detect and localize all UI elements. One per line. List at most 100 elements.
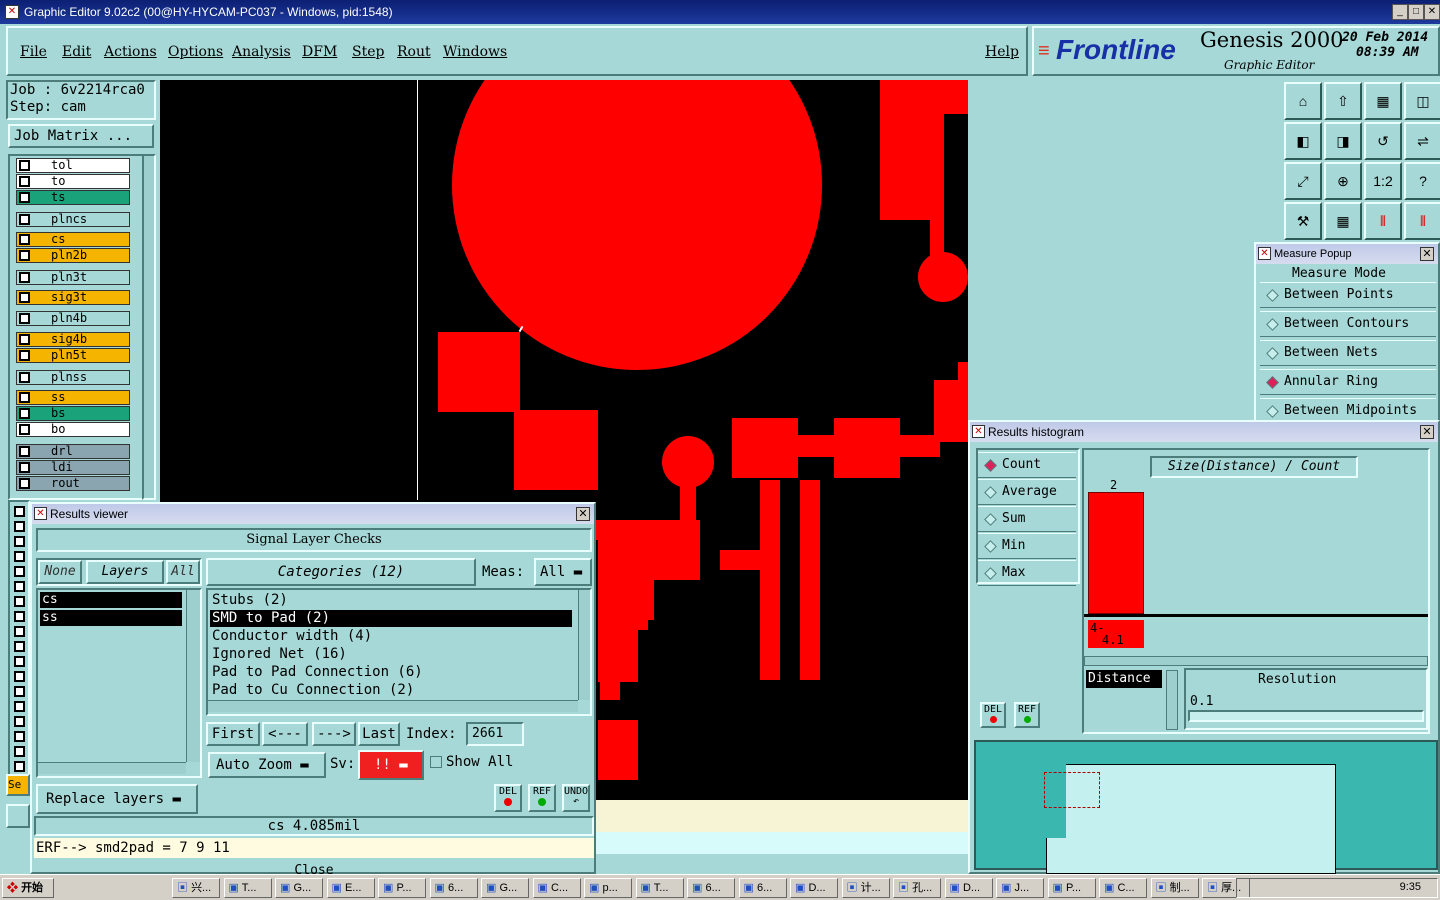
layer-row-pln4b[interactable]: pln4b [16,311,130,326]
layer-checkbox[interactable] [14,761,25,772]
auto-zoom-select[interactable]: Auto Zoom ▬ [208,752,326,778]
layer-checkbox[interactable] [14,671,25,682]
categories-hscroll[interactable] [208,700,578,712]
window-icon[interactable]: ▦ [1364,82,1402,120]
none-button[interactable]: None [38,560,82,584]
layer-checkbox[interactable] [14,521,25,532]
layer-scrollbar[interactable] [142,154,156,500]
measure-option-between-points[interactable]: Between Points [1260,282,1436,308]
layer-row-pln3t[interactable]: pln3t [16,270,130,285]
results-viewer-close-button[interactable]: ✕ [576,507,590,521]
layer-checkbox[interactable] [14,641,25,652]
all-button[interactable]: All [166,560,200,584]
replace-layers-button[interactable]: Replace layers ▬ [36,784,198,814]
layer-checkbox[interactable] [19,272,30,283]
taskbar-item[interactable]: ▣ 计... [841,878,890,898]
help-icon[interactable]: ? [1404,162,1440,200]
ratio-icon[interactable]: 1:2 [1364,162,1402,200]
menu-help[interactable]: Help [985,44,1019,60]
taskbar-item[interactable]: ▣ 孔... [893,878,941,898]
taskbar-item[interactable]: ▣ 兴... [172,878,220,898]
taskbar-item[interactable]: ▣ T... [223,878,272,898]
del-button[interactable]: DEL [494,784,522,812]
measure-alt-icon[interactable]: ⦀ [1404,202,1440,240]
layer-row-drl[interactable]: drl [16,444,130,459]
index-input[interactable]: 2661 [466,722,524,746]
layer-checkbox[interactable] [14,611,25,622]
maximize-button[interactable]: □ [1408,4,1424,20]
hist-option-average[interactable]: Average [978,479,1076,505]
category-item[interactable]: Conductor width (4) [210,628,572,645]
hist-option-max[interactable]: Max [978,560,1076,586]
zoom-fit-icon[interactable]: ⤢ [1284,162,1322,200]
last-button[interactable]: Last [358,722,400,746]
grid-icon[interactable]: ▦ [1324,202,1362,240]
ref-button[interactable]: REF [528,784,556,812]
menu-dfm[interactable]: DFM [302,44,337,60]
layer-row-bo[interactable]: bo [16,422,130,437]
minimize-button[interactable]: _ [1392,4,1408,20]
layer-row-bs[interactable]: bs [16,406,130,421]
hist-option-min[interactable]: Min [978,533,1076,559]
histogram-scrollbar[interactable] [1084,656,1428,666]
hist-ref-button[interactable]: REF [1014,702,1040,728]
category-item[interactable]: Pad to Pad Connection (6) [210,664,572,681]
menu-file[interactable]: File [20,44,47,60]
layer-row-rout[interactable]: rout [16,476,130,491]
show-all-checkbox[interactable] [430,756,442,768]
layer-checkbox[interactable] [14,716,25,727]
hist-option-sum[interactable]: Sum [978,506,1076,532]
categories-button[interactable]: Categories (12) [206,558,476,586]
layer-checkbox[interactable] [19,192,30,203]
layer-checkbox[interactable] [19,176,30,187]
start-button[interactable]: ❖ 开始 [2,878,54,898]
layer-row-tol[interactable]: tol [16,158,130,173]
layer-checkbox[interactable] [14,626,25,637]
menu-actions[interactable]: Actions [104,44,157,60]
layer-checkbox[interactable] [14,551,25,562]
snap-icon[interactable]: ⇌ [1404,122,1440,160]
overview-viewport[interactable] [1044,772,1100,808]
layer-checkbox[interactable] [14,686,25,697]
layer-row-plncs[interactable]: plncs [16,212,130,227]
category-item[interactable]: Ignored Net (16) [210,646,572,663]
layer-checkbox[interactable] [14,536,25,547]
taskbar-item[interactable]: ▣ P... [1047,878,1096,898]
taskbar-item[interactable]: ▣ p... [584,878,632,898]
layer-checkbox[interactable] [19,462,30,473]
close-button[interactable]: Close [34,860,594,874]
layer-checkbox[interactable] [19,424,30,435]
layer-row-sig4b[interactable]: sig4b [16,332,130,347]
histogram-close-button[interactable]: ✕ [1420,425,1434,439]
zoom-in-icon[interactable]: ⇧ [1324,82,1362,120]
job-matrix-button[interactable]: Job Matrix ... [8,124,154,148]
result-layer-ss[interactable]: ss [40,610,182,626]
layer-checkbox[interactable] [14,701,25,712]
layer-row-ts[interactable]: ts [16,190,130,205]
taskbar-item[interactable]: ▣ E... [326,878,375,898]
taskbar-item[interactable]: ▣ 6... [429,878,478,898]
layer-row-plnss[interactable]: plnss [16,370,130,385]
layer-row-to[interactable]: to [16,174,130,189]
prev-button[interactable]: <--- [262,722,308,746]
menu-step[interactable]: Step [352,44,384,60]
category-item[interactable]: SMD to Pad (2) [210,610,572,627]
taskbar-item[interactable]: ▣ C... [532,878,581,898]
taskbar-item[interactable]: ▣ D... [944,878,993,898]
hist-del-button[interactable]: DEL [980,702,1006,728]
histogram-bar[interactable] [1088,492,1144,614]
layer-checkbox[interactable] [19,392,30,403]
taskbar-item[interactable]: ▣ T... [635,878,684,898]
layer-checkbox[interactable] [19,234,30,245]
hist-option-count[interactable]: Count [978,452,1076,478]
layer-list-hscroll[interactable] [38,762,186,774]
layer-row-ldi[interactable]: ldi [16,460,130,475]
menu-rout[interactable]: Rout [397,44,431,60]
resolution-slider[interactable] [1188,710,1424,722]
tools-icon[interactable]: ⚒ [1284,202,1322,240]
cursor-tool-icon[interactable] [6,804,30,828]
layer-checkbox[interactable] [19,160,30,171]
taskbar-item[interactable]: ▣ 制... [1150,878,1199,898]
taskbar-item[interactable]: ▣ G... [275,878,323,898]
category-item[interactable]: Stubs (2) [210,592,572,609]
